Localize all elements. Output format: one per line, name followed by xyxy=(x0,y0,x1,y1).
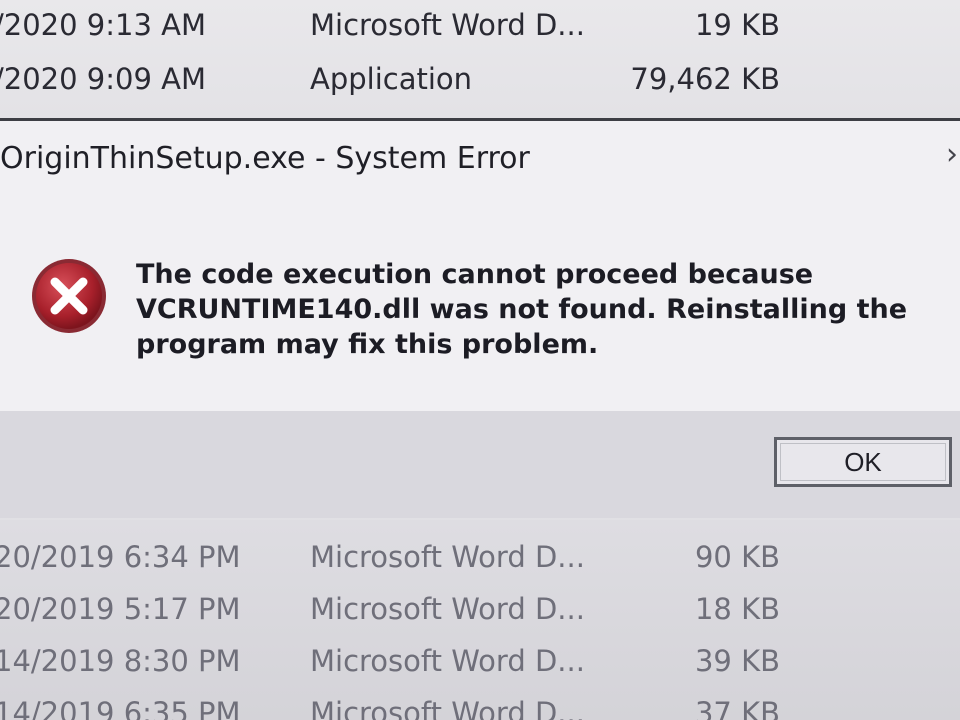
table-row[interactable]: 20/2019 6:34 PM Microsoft Word D... 90 K… xyxy=(0,534,960,584)
error-message: The code execution cannot proceed becaus… xyxy=(136,259,908,360)
screen: /2020 9:13 AM Microsoft Word D... 19 KB … xyxy=(0,0,960,720)
file-list-top: /2020 9:13 AM Microsoft Word D... 19 KB … xyxy=(0,0,960,118)
table-row[interactable]: /2020 9:13 AM Microsoft Word D... 19 KB xyxy=(0,2,960,52)
file-size: 39 KB xyxy=(694,644,780,678)
file-size: 90 KB xyxy=(694,540,780,574)
file-size: 18 KB xyxy=(694,592,780,626)
file-type: Microsoft Word D... xyxy=(310,592,585,626)
file-date: 14/2019 8:30 PM xyxy=(0,644,241,678)
file-type: Microsoft Word D... xyxy=(310,644,585,678)
file-type: Application xyxy=(310,62,473,96)
error-icon xyxy=(32,259,106,333)
file-type: Microsoft Word D... xyxy=(310,696,585,720)
table-row[interactable]: /2020 9:09 AM Application 79,462 KB xyxy=(0,56,960,106)
table-row[interactable]: 14/2019 6:35 PM Microsoft Word D... 37 K… xyxy=(0,690,960,720)
file-size: 37 KB xyxy=(694,696,780,720)
file-date: 14/2019 6:35 PM xyxy=(0,696,241,720)
table-row[interactable]: 20/2019 5:17 PM Microsoft Word D... 18 K… xyxy=(0,586,960,636)
file-size: 19 KB xyxy=(694,8,780,42)
button-area: OK xyxy=(0,411,960,518)
file-size: 79,462 KB xyxy=(630,62,780,96)
system-error-dialog: OriginThinSetup.exe - System Error › The… xyxy=(0,118,960,518)
file-date: /2020 9:13 AM xyxy=(0,8,206,42)
file-date: 20/2019 5:17 PM xyxy=(0,592,241,626)
file-type: Microsoft Word D... xyxy=(310,8,585,42)
table-row[interactable]: 14/2019 8:30 PM Microsoft Word D... 39 K… xyxy=(0,638,960,688)
file-list-bottom: 20/2019 6:34 PM Microsoft Word D... 90 K… xyxy=(0,520,960,720)
dialog-title: OriginThinSetup.exe - System Error xyxy=(0,141,530,176)
file-date: 20/2019 6:34 PM xyxy=(0,540,241,574)
close-icon[interactable]: › xyxy=(946,137,958,172)
file-date: /2020 9:09 AM xyxy=(0,62,206,96)
file-type: Microsoft Word D... xyxy=(310,540,585,574)
ok-button[interactable]: OK xyxy=(774,437,952,487)
